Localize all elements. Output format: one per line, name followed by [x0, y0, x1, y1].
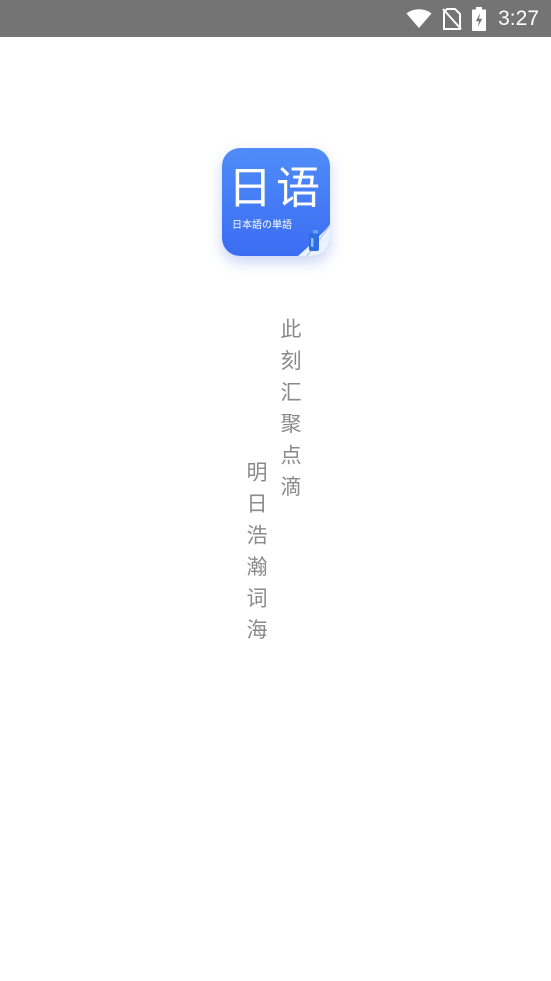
wifi-icon — [406, 8, 432, 29]
status-time: 3:27 — [498, 7, 539, 30]
app-logo-subtitle: 日本語の単語 — [232, 220, 292, 231]
page-curl-icon — [298, 224, 330, 256]
slogan-line-1: 此刻汇聚点滴 — [278, 318, 302, 507]
app-logo: 日语 日本語の単語 — [222, 148, 330, 256]
no-sim-icon — [442, 7, 462, 30]
app-logo-title: 日语 — [228, 163, 324, 214]
status-bar: 3:27 — [0, 0, 551, 37]
slogan-line-2: 明日浩瀚词海 — [244, 461, 268, 650]
status-icons: 3:27 — [406, 0, 539, 37]
battery-charging-icon — [472, 6, 487, 31]
